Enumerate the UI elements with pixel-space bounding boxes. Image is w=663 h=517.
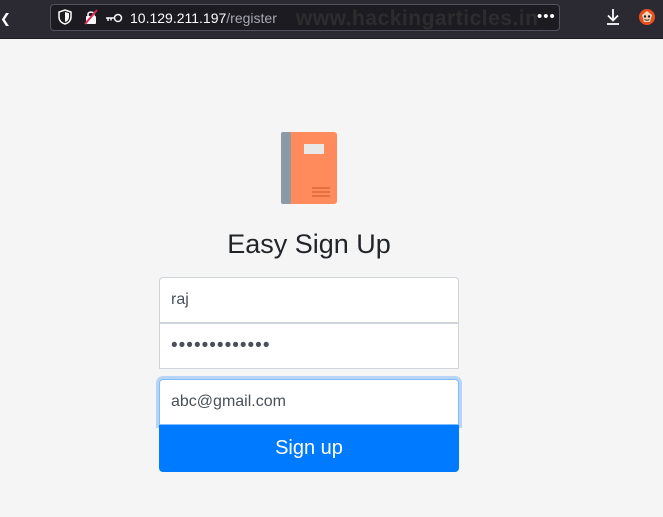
url-host: 10.129.211.197 — [130, 10, 227, 26]
addon-icon[interactable] — [637, 7, 657, 32]
page-actions-icon[interactable]: ••• — [537, 8, 556, 25]
insecure-connection-icon[interactable] — [84, 9, 98, 30]
book-icon — [281, 132, 337, 209]
download-icon[interactable] — [605, 8, 621, 31]
email-field[interactable] — [159, 379, 459, 425]
url-path: /register — [226, 10, 277, 26]
shield-icon[interactable] — [58, 9, 72, 30]
back-arrow-icon[interactable]: ❮ — [0, 9, 11, 29]
password-field[interactable] — [159, 323, 459, 369]
url-bar[interactable]: 10.129.211.197/register www.hackingartic… — [50, 4, 560, 31]
sign-up-button[interactable]: Sign up — [159, 425, 459, 472]
page-content: Easy Sign Up Sign up — [0, 39, 663, 517]
page-title: Easy Sign Up — [227, 229, 391, 259]
key-icon[interactable] — [105, 11, 123, 29]
username-field[interactable] — [159, 277, 459, 323]
watermark: www.hackingarticles.in — [296, 7, 539, 30]
url-text[interactable]: 10.129.211.197/register — [130, 10, 277, 26]
browser-toolbar: ❮ 10.129.211.197/register www.hackingart… — [0, 0, 663, 39]
